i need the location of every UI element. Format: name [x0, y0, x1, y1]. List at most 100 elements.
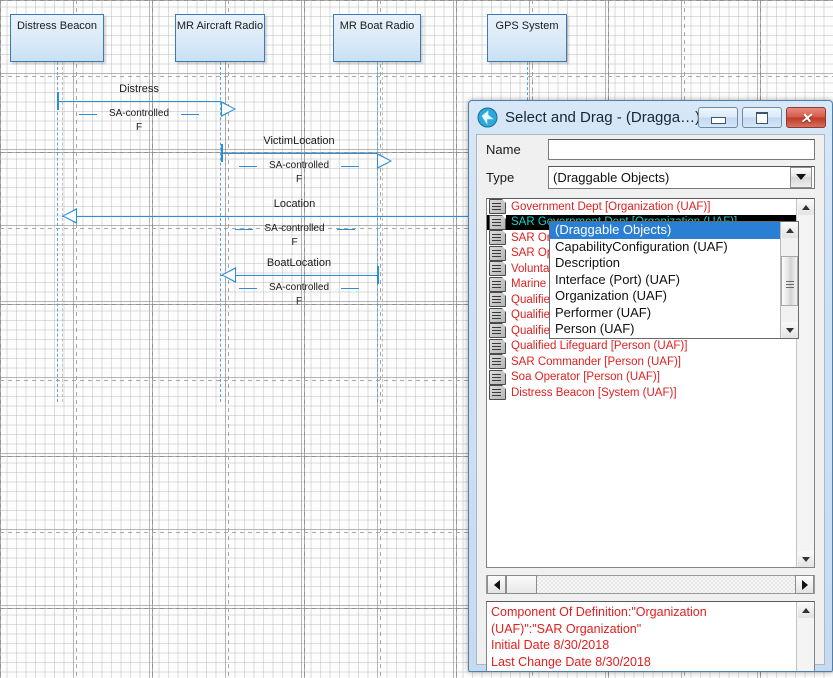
definition-icon — [489, 338, 506, 354]
dialog-body: Name Type (Draggable Objects) Government… — [476, 134, 825, 671]
message-origin-tick — [221, 144, 223, 162]
list-item-label: Distress Beacon [System (UAF)] — [511, 386, 677, 399]
minimize-button[interactable] — [698, 107, 738, 128]
message-origin-tick — [377, 266, 379, 284]
stereotype-rule — [341, 288, 359, 289]
definition-icon — [489, 385, 506, 401]
definition-icon — [489, 354, 506, 370]
lifeline-head[interactable]: MR Aircraft Radio — [175, 14, 265, 62]
lifeline-head[interactable]: Distress Beacon — [10, 14, 104, 62]
message-arrow-head — [377, 153, 392, 169]
list-item-label: Government Dept [Organization (UAF)] — [511, 200, 711, 213]
definition-detail-lines: Component Of Definition:"Organization (UA… — [487, 602, 796, 671]
lifeline-shadow — [382, 62, 383, 402]
message-origin-tick — [57, 92, 59, 110]
list-item[interactable]: SAR Commander [Person (UAF)] — [487, 354, 814, 370]
definition-icon — [489, 245, 506, 261]
dropdown-option[interactable]: Interface (Port) (UAF) — [550, 272, 780, 289]
definition-icon — [489, 307, 506, 323]
dropdown-option[interactable]: (Draggable Objects) — [550, 222, 780, 239]
list-item[interactable]: Distress Beacon [System (UAF)] — [487, 385, 814, 401]
lifeline-label: Distress Beacon — [16, 20, 98, 32]
detail-line: Initial Date 8/30/2018 — [491, 638, 610, 653]
dialog-title: Select and Drag - (Dragga…) — [505, 109, 698, 126]
definition-icon — [489, 261, 506, 277]
type-combobox[interactable]: (Draggable Objects) — [548, 165, 815, 189]
message-label: Location — [273, 198, 316, 210]
definition-icon — [489, 323, 506, 339]
list-item-label: SAR Commander [Person (UAF)] — [511, 355, 681, 368]
dropdown-scroll-down-button[interactable] — [781, 322, 798, 338]
message-marker: F — [295, 296, 303, 307]
message-label: BoatLocation — [266, 257, 332, 269]
stereotype-rule — [234, 229, 253, 230]
message-arrow[interactable] — [57, 101, 221, 102]
name-row: Name — [477, 135, 824, 163]
message-stereotype: SA-controlled — [108, 108, 170, 119]
message-arrow-head — [221, 101, 236, 117]
stereotype-rule — [336, 229, 355, 230]
dropdown-scrollbar[interactable] — [780, 222, 798, 338]
type-label: Type — [486, 169, 515, 185]
dropdown-option[interactable]: Description — [550, 255, 780, 272]
stereotype-rule — [239, 288, 257, 289]
lifeline-head[interactable]: GPS System — [487, 14, 567, 62]
message-arrow[interactable] — [221, 275, 377, 276]
list-scroll-down-button[interactable] — [797, 551, 814, 567]
hscroll-left-button[interactable] — [487, 575, 506, 594]
dropdown-option[interactable]: Organization (UAF) — [550, 288, 780, 305]
message-stereotype: SA-controlled — [268, 160, 330, 171]
list-item-label: Soa Operator [Person (UAF)] — [511, 371, 660, 384]
type-dropdown-popup[interactable]: (Draggable Objects) CapabilityConfigurati… — [549, 221, 799, 339]
message-marker: F — [291, 237, 298, 248]
lifeline-dashed — [57, 62, 58, 402]
message-marker: F — [295, 174, 303, 185]
drag-select-icon — [477, 107, 498, 128]
list-item[interactable]: Qualified Lifeguard [Person (UAF)] — [487, 338, 814, 355]
name-input[interactable] — [548, 138, 815, 160]
dropdown-option[interactable]: CapabilityConfiguration (UAF) — [550, 239, 780, 256]
type-dropdown-options: (Draggable Objects) CapabilityConfigurati… — [550, 222, 780, 338]
message-marker: F — [135, 122, 143, 133]
lifeline-label: MR Aircraft Radio — [176, 20, 264, 32]
definition-icon — [489, 199, 506, 215]
definition-detail-pane[interactable]: Component Of Definition:"Organization (UA… — [486, 601, 815, 671]
message-arrow[interactable] — [62, 216, 527, 217]
definition-icon — [489, 292, 506, 308]
type-row: Type (Draggable Objects) — [477, 163, 824, 191]
definition-icon — [489, 214, 506, 230]
message-label: VictimLocation — [263, 135, 335, 147]
list-scroll-up-button[interactable] — [797, 199, 814, 215]
definition-icon — [489, 230, 506, 246]
detail-line: (UAF)":"SAR Organization" — [491, 621, 642, 636]
message-label: Distress — [119, 83, 159, 95]
detail-vertical-scrollbar[interactable] — [796, 602, 814, 671]
list-item[interactable]: Soa Operator [Person (UAF)] — [487, 369, 814, 386]
lifeline-head[interactable]: MR Boat Radio — [333, 14, 421, 62]
dropdown-scroll-thumb[interactable] — [781, 256, 798, 306]
stereotype-rule — [79, 114, 97, 115]
name-label: Name — [486, 141, 521, 157]
maximize-button[interactable] — [742, 107, 782, 128]
stereotype-rule — [239, 166, 257, 167]
close-button[interactable]: ✕ — [786, 107, 826, 128]
stereotype-rule — [341, 166, 359, 167]
message-stereotype: SA-controlled — [268, 282, 330, 293]
lifeline-shadow — [62, 62, 63, 402]
hscroll-right-button[interactable] — [795, 575, 814, 594]
detail-line: Component Of Definition:"Organization — [491, 605, 707, 619]
dropdown-scroll-up-button[interactable] — [781, 222, 798, 238]
dropdown-option[interactable]: Performer (UAF) — [550, 305, 780, 322]
chevron-down-icon[interactable] — [790, 166, 812, 188]
dialog-title-bar[interactable]: Select and Drag - (Dragga…) ✕ — [469, 101, 832, 134]
hscroll-thumb[interactable] — [506, 575, 537, 594]
list-item-label: Qualified Lifeguard [Person (UAF)] — [511, 340, 688, 353]
definition-icon — [489, 276, 506, 292]
list-horizontal-scrollbar[interactable] — [486, 575, 815, 594]
definition-icon — [489, 369, 506, 385]
list-item[interactable]: Government Dept [Organization (UAF)] — [487, 199, 814, 215]
message-arrow[interactable] — [221, 153, 377, 154]
dropdown-option[interactable]: Person (UAF) — [550, 321, 780, 338]
select-and-drag-dialog[interactable]: Select and Drag - (Dragga…) ✕ Name Type … — [468, 100, 833, 672]
detail-scroll-up-button[interactable] — [797, 602, 814, 618]
